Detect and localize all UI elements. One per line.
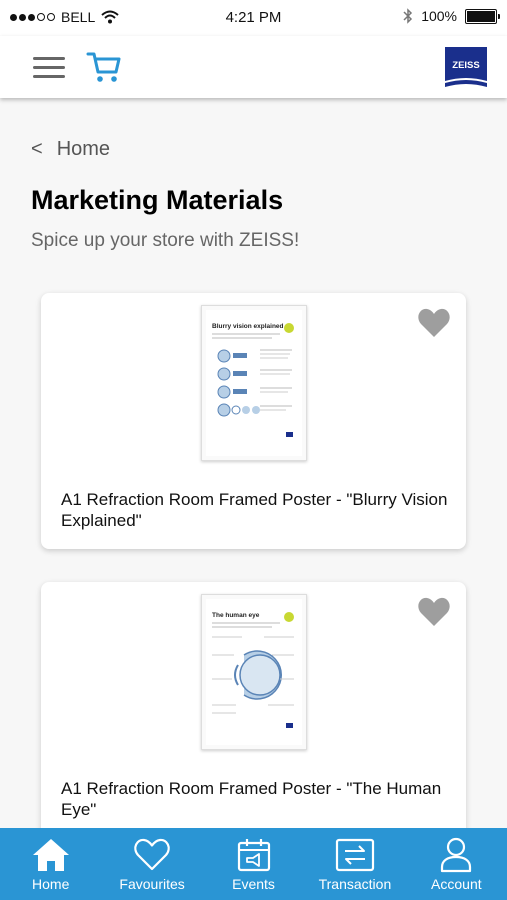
calendar-icon bbox=[234, 836, 274, 874]
main-content: < Home Marketing Materials Spice up your… bbox=[0, 98, 507, 828]
product-card[interactable]: Blurry vision explained A1 Refraction Ro… bbox=[41, 293, 466, 549]
nav-label: Favourites bbox=[119, 876, 185, 892]
page-title: Marketing Materials bbox=[31, 185, 284, 215]
zeiss-logo[interactable]: ZEISS bbox=[445, 47, 487, 87]
battery-percent: 100% bbox=[421, 8, 457, 24]
cart-icon[interactable] bbox=[86, 50, 122, 84]
nav-transaction[interactable]: Transaction bbox=[304, 828, 405, 900]
product-title: A1 Refraction Room Framed Poster - "The … bbox=[61, 779, 442, 819]
page-subtitle: Spice up your store with ZEISS! bbox=[31, 230, 300, 251]
back-chevron: < bbox=[31, 138, 43, 160]
status-right: 100% bbox=[403, 8, 500, 24]
nav-label: Transaction bbox=[318, 876, 392, 892]
nav-favourites[interactable]: Favourites bbox=[101, 828, 202, 900]
nav-home[interactable]: Home bbox=[0, 828, 101, 900]
logo-text: ZEISS bbox=[452, 60, 479, 71]
bluetooth-icon bbox=[403, 8, 413, 24]
nav-account[interactable]: Account bbox=[406, 828, 507, 900]
app-header: ZEISS bbox=[0, 36, 507, 98]
home-icon bbox=[31, 836, 71, 874]
breadcrumb[interactable]: < Home bbox=[31, 138, 110, 161]
product-card[interactable]: The human eye A1 Refraction Room Framed … bbox=[41, 582, 466, 828]
nav-label: Account bbox=[431, 876, 482, 892]
breadcrumb-label: Home bbox=[56, 138, 111, 160]
poster-heading: The human eye bbox=[212, 612, 260, 619]
product-title: A1 Refraction Room Framed Poster - "Blur… bbox=[61, 490, 448, 530]
poster-image: Blurry vision explained bbox=[201, 305, 307, 461]
heart-icon bbox=[132, 836, 172, 874]
nav-label: Home bbox=[32, 876, 70, 892]
nav-events[interactable]: Events bbox=[203, 828, 304, 900]
status-bar: BELL 4:21 PM 100% bbox=[0, 0, 507, 36]
transaction-icon bbox=[335, 836, 375, 874]
battery-icon bbox=[465, 8, 500, 24]
account-icon bbox=[436, 836, 476, 874]
bottom-nav: Home Favourites Events Transaction Accou… bbox=[0, 828, 507, 900]
poster-heading: Blurry vision explained bbox=[212, 323, 284, 330]
favourite-heart-icon[interactable] bbox=[417, 307, 451, 339]
favourite-heart-icon[interactable] bbox=[417, 596, 451, 628]
battery-level bbox=[467, 10, 495, 22]
hamburger-icon[interactable] bbox=[33, 57, 65, 79]
nav-label: Events bbox=[232, 876, 275, 892]
poster-image: The human eye bbox=[201, 594, 307, 750]
